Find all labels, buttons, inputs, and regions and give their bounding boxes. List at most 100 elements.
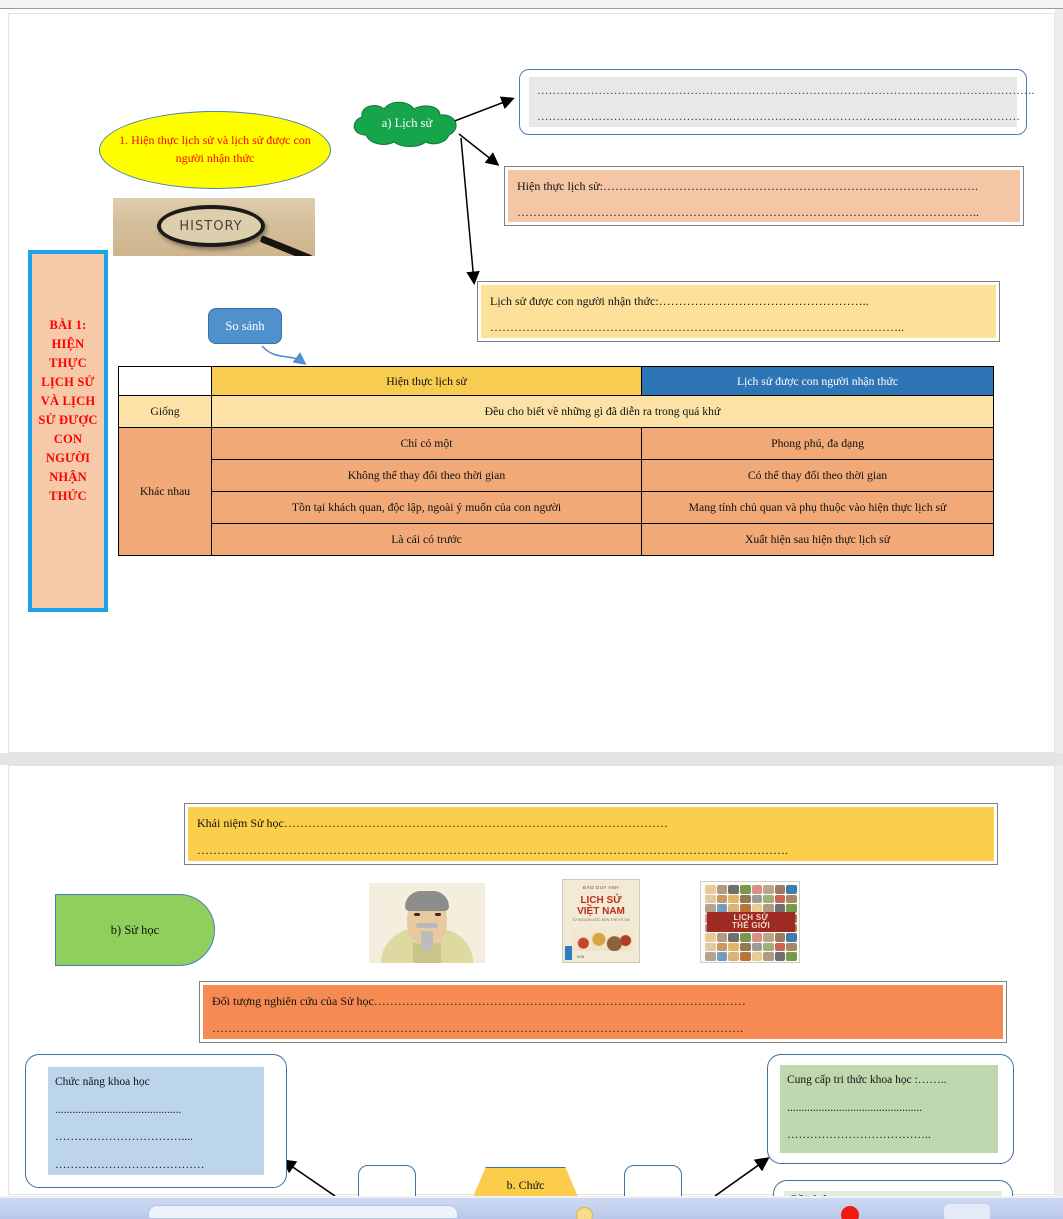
book2-icon-cell [763, 894, 774, 904]
book2-icon-cell [739, 894, 751, 904]
shape-b-su-hoc-label: b) Sử học [110, 922, 160, 937]
book2-icon-cell [716, 894, 728, 904]
book1-author: ĐÀO DUY ANH [583, 885, 619, 890]
compare-button[interactable]: So sánh [208, 308, 282, 344]
answer-line-1: Lịch sử được con người nhận thức:…………………… [490, 294, 869, 308]
portrait-moustache [416, 923, 438, 928]
history-magnifier-image: HISTORY [113, 198, 315, 256]
book2-icon-cell [751, 885, 763, 894]
book2-icon-cell [774, 894, 786, 904]
answer-line-1: Đối tượng nghiên cứu của Sử học………………………… [212, 994, 746, 1008]
portrait-eye-left [414, 913, 420, 916]
cell-nhan-thuc: Xuất hiện sau hiện thực lịch sử [641, 523, 994, 556]
compare-button-label: So sánh [225, 318, 265, 333]
book2-icon-cell [774, 933, 786, 942]
answer-box-hien-thuc-lich-su[interactable]: Hiện thực lịch sử:…………………………………………………………… [504, 166, 1024, 226]
row-label: Khác nhau [118, 427, 212, 556]
book2-icon-cell [716, 933, 728, 942]
book2-icon-cell [751, 894, 763, 904]
book2-icon-cell [786, 933, 797, 942]
table-row: Khác nhau Chỉ có một Phong phú, đa dạng [118, 427, 994, 556]
answer-line-2: …………………………………………………………………………………………………….. [517, 205, 979, 220]
portrait-beard [421, 931, 433, 951]
book1-publisher: NXB [577, 955, 584, 959]
table-row: Tồn tại khách quan, độc lập, ngoài ý muố… [119, 491, 994, 524]
book2-icon-cell [786, 942, 797, 952]
portrait-ho-chi-minh-image [369, 883, 485, 963]
answer-line-2: ………………………………………………………………………………………….. [490, 320, 904, 335]
book2-icon-cell [716, 952, 728, 961]
book2-icon-cell [763, 933, 774, 942]
answer-box-khai-niem-su-hoc[interactable]: Khái niệm Sử học………………………………………………………………… [184, 803, 998, 865]
book2-icon-cell [739, 885, 751, 894]
comparison-table: Hiện thực lịch sử Lịch sử được con người … [118, 366, 994, 556]
book2-icon-cell [739, 933, 751, 942]
slide-separator [0, 753, 1063, 765]
book2-icon-cell [728, 952, 739, 961]
card-cung-cap-line-1: ........................................… [787, 1101, 923, 1114]
taskbar-button[interactable] [944, 1204, 990, 1219]
book2-icon-cell [739, 952, 751, 961]
book2-icon-cell [728, 894, 739, 904]
book2-icon-cell [728, 933, 739, 942]
slide-2: Khái niệm Sử học………………………………………………………………… [8, 765, 1055, 1219]
header-nhan-thuc: Lịch sử được con người nhận thức [641, 366, 994, 396]
answer-box-khai-niem-inner: Khái niệm Sử học………………………………………………………………… [188, 807, 994, 861]
cell-nhan-thuc: Có thể thay đổi theo thời gian [641, 459, 994, 492]
book2-icon-cell [763, 952, 774, 961]
answer-box-blank[interactable]: …………………………………………………………………………………………………………… [519, 69, 1034, 135]
card-chuc-nang-line-2: …………………………….... [55, 1131, 193, 1144]
emoji-icon[interactable] [576, 1207, 593, 1219]
answer-line-2: …………………………………………………………………………………………………………… [537, 110, 1020, 123]
book2-icon-cell [774, 942, 786, 952]
book2-icon-cell [763, 885, 774, 894]
card-chuc-nang-title: Chức năng khoa học [55, 1076, 150, 1088]
table-header-row: Hiện thực lịch sử Lịch sử được con người … [118, 366, 994, 396]
answer-line-1: Hiện thực lịch sử:…………………………………………………………… [517, 179, 978, 193]
book2-icon-cell [751, 942, 763, 952]
book2-icon-cell [716, 885, 728, 894]
card-cung-cap-title: Cung cấp tri thức khoa học :…….. [787, 1074, 947, 1086]
answer-box-blank-inner: …………………………………………………………………………………………………………… [529, 77, 1034, 127]
answer-line-1: Khái niệm Sử học………………………………………………………………… [197, 816, 668, 830]
table-row: Không thể thay đổi theo thời gian Có thể … [119, 459, 994, 492]
answer-box-doi-tuong-nghien-cuu[interactable]: Đối tượng nghiên cứu của Sử học………………………… [199, 981, 1007, 1043]
book2-icon-cell [739, 942, 751, 952]
book2-icon-cell [705, 885, 716, 894]
taskbar-search-box[interactable] [148, 1205, 458, 1219]
lesson-title-bar: BÀI 1: HIỆN THỰC LỊCH SỬ VÀ LỊCH SỬ ĐƯỢC… [28, 250, 108, 612]
book2-icon-cell [786, 894, 797, 904]
book1-spine [565, 946, 572, 960]
cell-nhan-thuc: Mang tính chủ quan và phụ thuộc vào hiện… [641, 491, 994, 524]
section-heading-ellipse: 1. Hiện thực lịch sử và lịch sử được con… [99, 111, 331, 189]
window-top-strip [0, 0, 1063, 9]
portrait-eye-right [435, 913, 441, 916]
cell-hien-thuc: Chỉ có một [211, 427, 642, 460]
table-row: Giống Đều cho biết về những gì đã diễn ra… [118, 395, 994, 428]
portrait-hair [405, 891, 449, 911]
book2-icon-cell [705, 933, 716, 942]
screenshot-root: BÀI 1: HIỆN THỰC LỊCH SỬ VÀ LỊCH SỬ ĐƯỢC… [0, 0, 1063, 1219]
cloud-label: a) Lịch sử [381, 116, 433, 130]
card-cung-cap-tri-thuc[interactable]: Cung cấp tri thức khoa học :…….. .......… [767, 1054, 1014, 1164]
lesson-title-text: BÀI 1: HIỆN THỰC LỊCH SỬ VÀ LỊCH SỬ ĐƯỢC… [38, 318, 98, 503]
header-hien-thuc: Hiện thực lịch sử [211, 366, 642, 396]
book2-icon-cell [705, 942, 716, 952]
history-photo-caption: HISTORY [179, 218, 243, 234]
shape-b-su-hoc: b) Sử học [55, 894, 215, 966]
card-chuc-nang-khoa-hoc[interactable]: Chức năng khoa học .....................… [25, 1054, 287, 1188]
record-indicator-icon[interactable] [841, 1206, 859, 1219]
book2-icon-cell [705, 894, 716, 904]
book2-icon-cell [786, 885, 797, 894]
slide-1: BÀI 1: HIỆN THỰC LỊCH SỬ VÀ LỊCH SỬ ĐƯỢC… [8, 13, 1055, 753]
card-cung-cap-fill: Cung cấp tri thức khoa học :…….. .......… [780, 1065, 998, 1153]
section-heading-text: 1. Hiện thực lịch sử và lịch sử được con… [119, 133, 311, 165]
answer-box-nhan-thuc[interactable]: Lịch sử được con người nhận thức:…………………… [477, 281, 1000, 342]
answer-box-nhan-thuc-inner: Lịch sử được con người nhận thức:…………………… [481, 285, 996, 338]
row-merged-value: Đều cho biết về những gì đã diễn ra tron… [211, 395, 994, 428]
header-blank [118, 366, 212, 396]
book1-subtitle: TỪ NGUỒN GỐC ĐẾN THẾ KỶ XIX [571, 918, 631, 922]
scroll-gutter[interactable] [1055, 9, 1063, 1202]
card-cung-cap-line-2: ……………………………….. [787, 1129, 931, 1142]
book2-icon-cell [705, 952, 716, 961]
